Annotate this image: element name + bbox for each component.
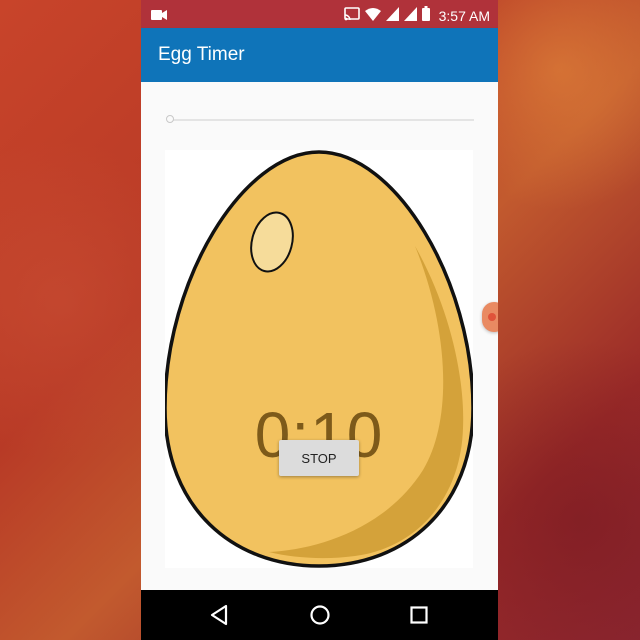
back-icon[interactable]: [207, 602, 233, 628]
timer-seekbar[interactable]: [166, 114, 476, 126]
bubble-dot: [488, 313, 496, 321]
egg-panel: 0:10 STOP: [165, 150, 473, 568]
video-camera-icon: [151, 8, 167, 26]
egg-image: [165, 150, 473, 568]
navigation-bar: [141, 590, 498, 640]
cell-signal-icon: [385, 6, 399, 26]
cell-signal-icon: [403, 6, 417, 26]
status-icons: 3:57 AM: [343, 6, 490, 26]
app-title: Egg Timer: [158, 44, 245, 65]
status-bar: 3:57 AM: [141, 0, 498, 28]
app-bar: Egg Timer: [141, 28, 498, 82]
seekbar-thumb[interactable]: [166, 115, 174, 123]
status-time: 3:57 AM: [438, 8, 490, 24]
wifi-icon: [364, 7, 381, 26]
seekbar-track[interactable]: [172, 119, 474, 121]
stop-button[interactable]: STOP: [279, 440, 359, 476]
floating-bubble[interactable]: [482, 302, 498, 332]
home-icon[interactable]: [307, 602, 333, 628]
cast-icon: [343, 6, 360, 26]
recents-icon[interactable]: [406, 602, 432, 628]
battery-icon: [421, 6, 430, 26]
phone-screen: 3:57 AM Egg Timer 0:10 STOP: [141, 0, 498, 640]
main-content: 0:10 STOP: [141, 82, 498, 590]
